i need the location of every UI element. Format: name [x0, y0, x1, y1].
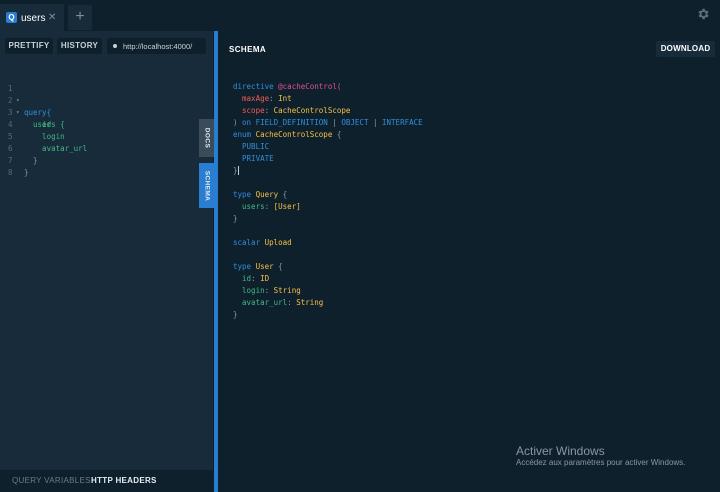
query-variables-tab[interactable]: QUERY VARIABLES: [12, 470, 91, 492]
tab-title: users: [21, 13, 46, 24]
editor-line: 5 avatar_url: [0, 119, 87, 153]
toolbar: PRETTIFY HISTORY http://localhost:4000/: [0, 31, 213, 62]
close-icon[interactable]: ✕: [48, 12, 56, 23]
sdl-line: PUBLIC: [242, 142, 270, 151]
code-text: query{: [24, 108, 52, 117]
sdl-line: PRIVATE: [242, 154, 274, 163]
sdl-line: }: [233, 310, 238, 319]
sdl-line: maxAge: Int: [242, 94, 292, 103]
docs-tab-label: DOCS: [203, 127, 210, 149]
variables-headers-bar: QUERY VARIABLES HTTP HEADERS: [0, 470, 213, 492]
sdl-line: scope: CacheControlScope: [242, 106, 351, 115]
docs-tab[interactable]: DOCS: [199, 119, 214, 157]
sdl-line: ) on FIELD_DEFINITION | OBJECT | INTERFA…: [233, 118, 423, 127]
sdl-line: scalar Upload: [233, 238, 292, 247]
editor-line: 3 id: [0, 95, 51, 129]
tab-bar: Q users ✕ +: [0, 0, 720, 31]
sdl-line: directive @cacheControl(: [233, 82, 342, 91]
sdl-line: }: [233, 214, 238, 223]
editor-line: 2 ▾ users {: [0, 83, 65, 129]
editor-line: 1 ▾ query{: [0, 71, 51, 117]
query-panel: PRETTIFY HISTORY http://localhost:4000/ …: [0, 31, 213, 492]
editor-line: 4 login: [0, 107, 65, 141]
code-text: avatar_url: [24, 144, 88, 153]
query-badge-icon: Q: [6, 12, 17, 23]
sdl-line: }: [233, 166, 239, 175]
schema-tab-label: SCHEMA: [203, 170, 210, 201]
http-headers-tab[interactable]: HTTP HEADERS: [91, 470, 157, 492]
editor-line: 6 }: [0, 131, 38, 165]
gear-icon[interactable]: [696, 7, 710, 21]
history-button[interactable]: HISTORY: [57, 38, 102, 54]
schema-panel: SCHEMA DOWNLOAD directive @cacheControl(…: [218, 31, 720, 492]
text-cursor: [237, 166, 239, 175]
windows-activation-title: Activer Windows: [516, 444, 605, 458]
endpoint-url-input[interactable]: http://localhost:4000/: [107, 38, 206, 54]
schema-tab[interactable]: SCHEMA: [199, 163, 214, 208]
sdl-line: id: ID: [242, 274, 270, 283]
editor-line: 7 }: [0, 143, 29, 177]
prettify-button[interactable]: PRETTIFY: [5, 38, 53, 54]
add-tab-button[interactable]: +: [68, 5, 92, 30]
windows-activation-subtitle: Accédez aux paramètres pour activer Wind…: [516, 458, 686, 467]
schema-title: SCHEMA: [229, 45, 267, 54]
sdl-line: login: String: [242, 286, 301, 295]
sdl-line: type User {: [233, 262, 283, 271]
sdl-line: users: [User]: [242, 202, 301, 211]
code-text: login: [24, 132, 65, 141]
tab-users[interactable]: Q users ✕: [0, 4, 64, 31]
sdl-line: enum CacheControlScope {: [233, 130, 342, 139]
download-button[interactable]: DOWNLOAD: [656, 41, 715, 57]
sdl-line: type Query {: [233, 190, 288, 199]
status-dot-icon: [113, 44, 117, 48]
editor-line: 8: [0, 155, 27, 177]
line-number: 8: [8, 168, 13, 177]
endpoint-url-text: http://localhost:4000/: [123, 42, 193, 51]
sdl-line: avatar_url: String: [242, 298, 324, 307]
code-text: id: [24, 120, 52, 129]
